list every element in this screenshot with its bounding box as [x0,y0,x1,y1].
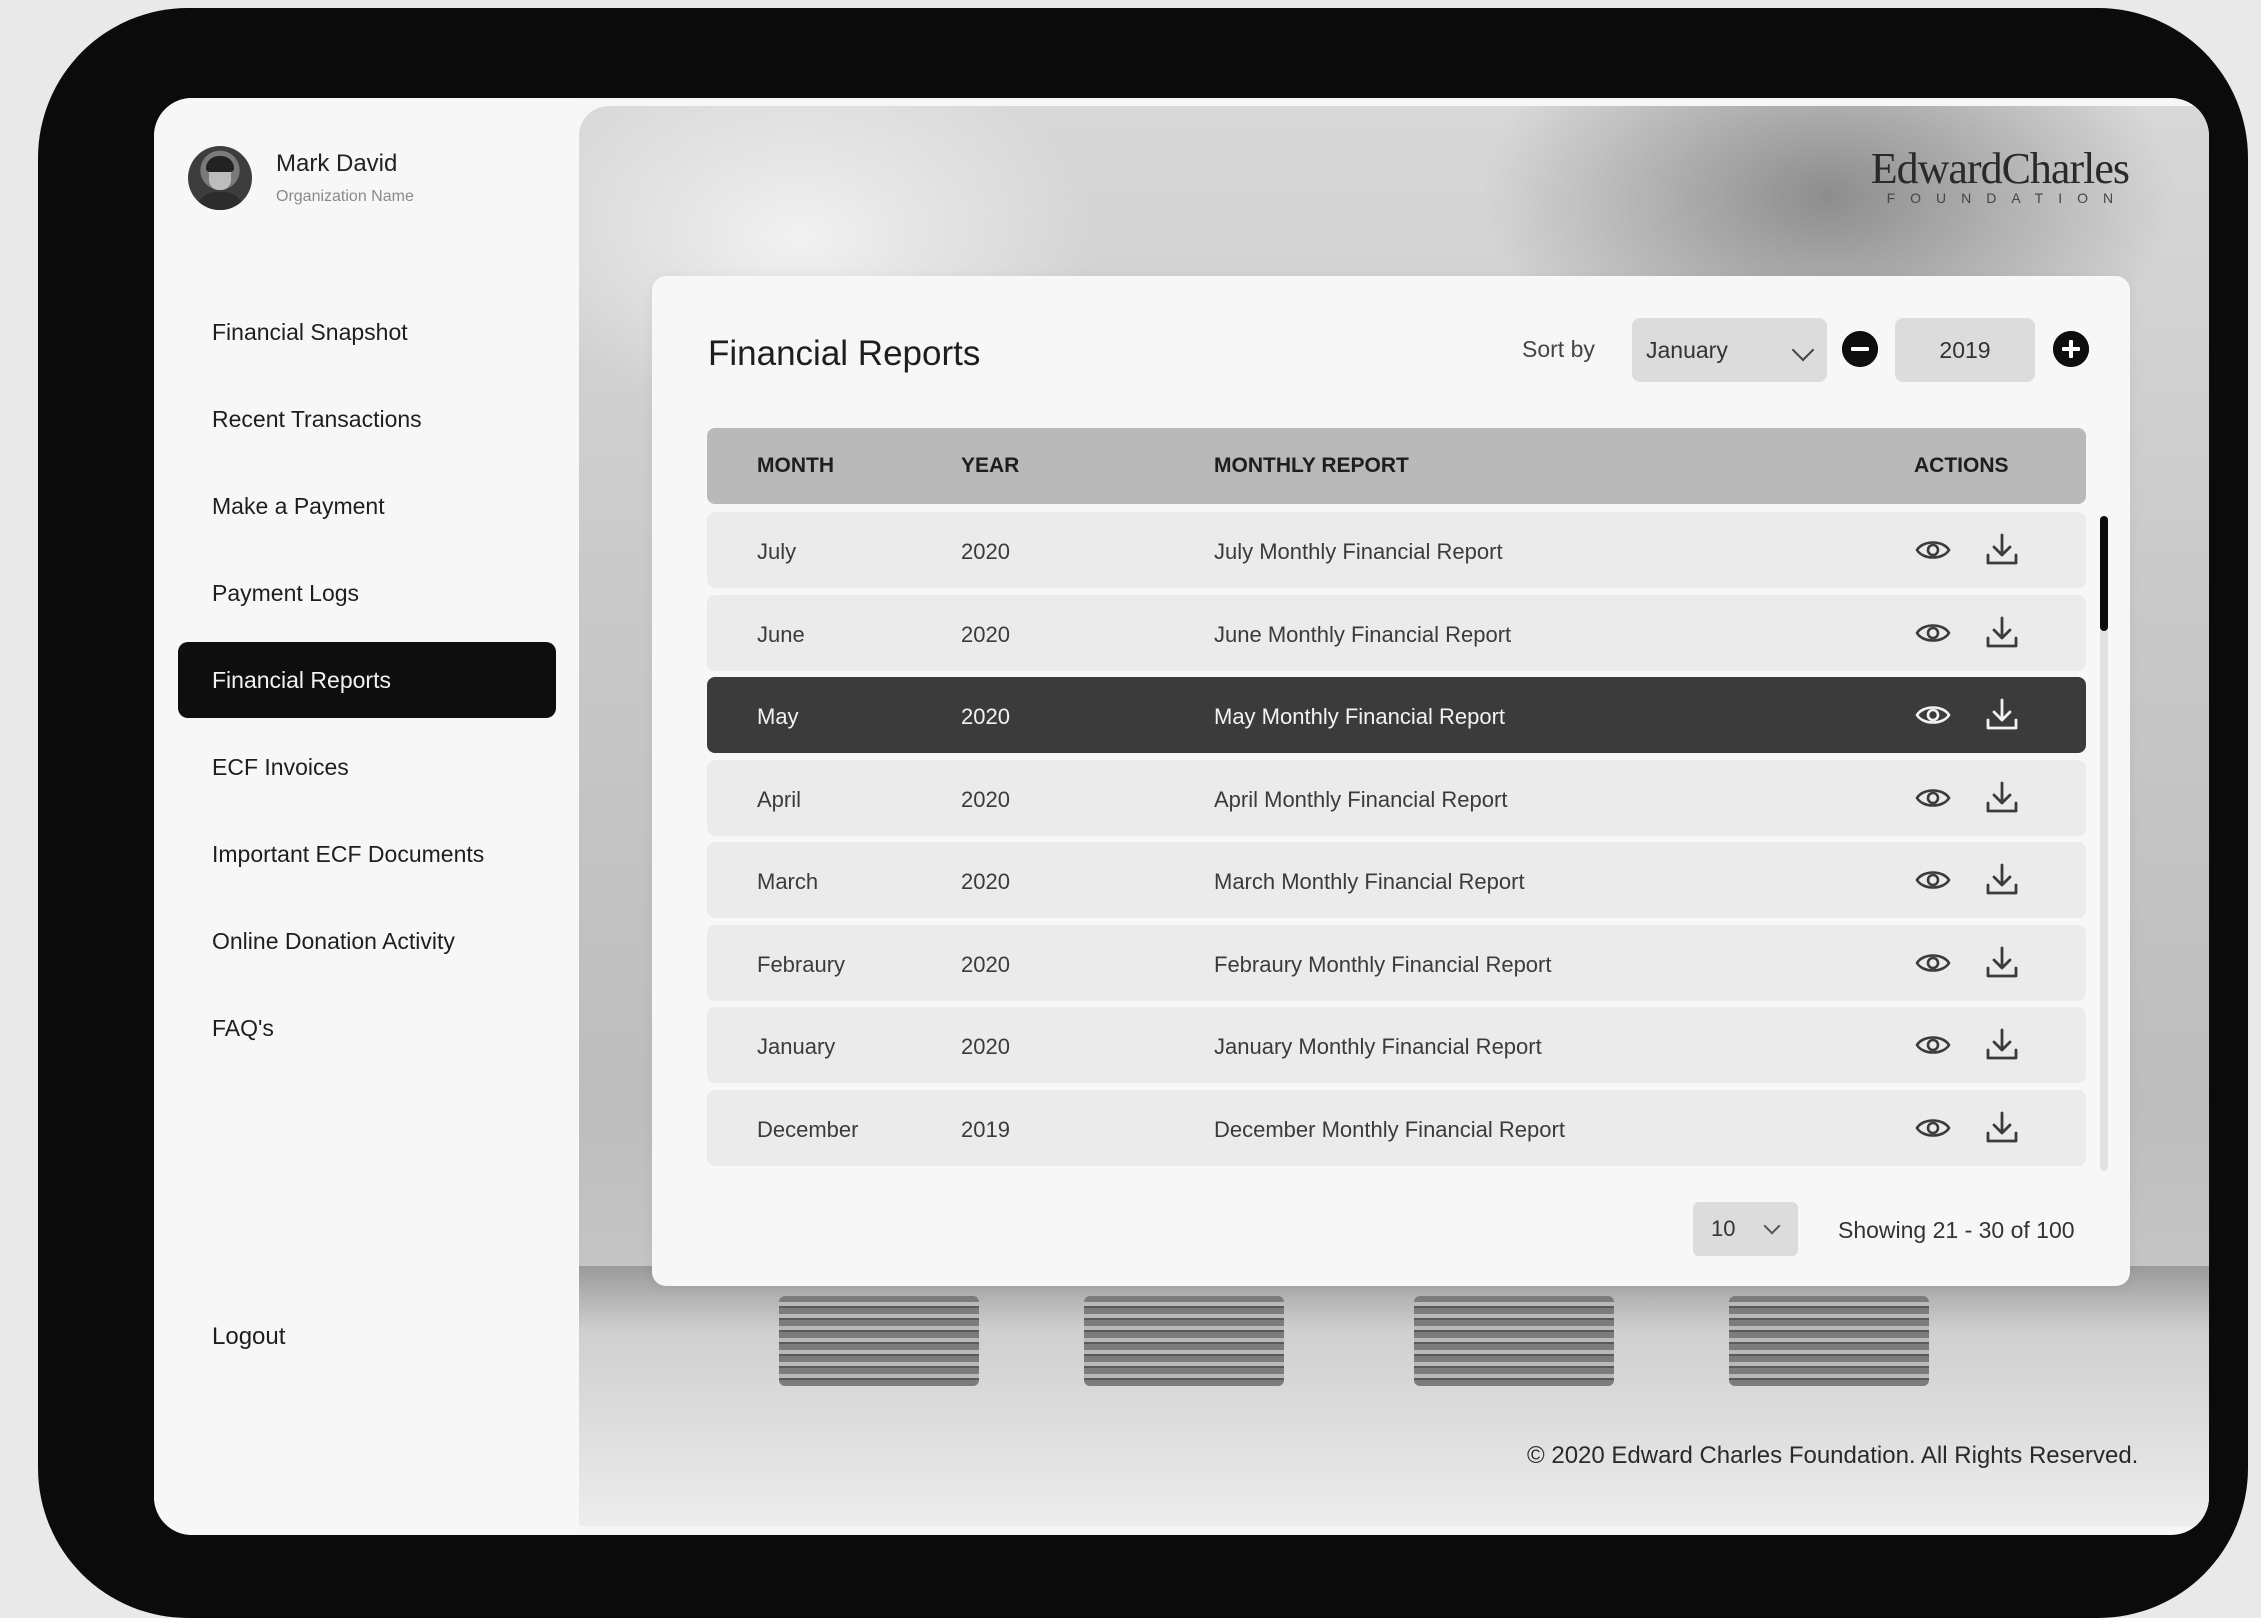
cell-month: May [757,704,799,729]
year-increment-button[interactable] [2053,331,2089,367]
table-body: July 2020 July Monthly Financial Report … [707,512,2086,1172]
cell-year: 2019 [961,1116,1010,1142]
table-row[interactable]: June 2020 June Monthly Financial Report [707,594,2086,671]
eye-icon[interactable] [1915,619,1951,647]
coin-stack [1084,1296,1284,1386]
year-input[interactable]: 2019 [1895,318,2035,382]
table-row-selected[interactable]: May 2020 May Monthly Financial Report [707,677,2086,753]
main-content: EdwardCharles FOUNDATION Financial Repor… [579,106,2209,1526]
sidebar: Mark David Organization Name Financial S… [154,98,579,1535]
sidebar-item-financial-snapshot[interactable]: Financial Snapshot [178,294,556,370]
download-icon[interactable] [1985,1027,2019,1061]
tablet-frame: Mark David Organization Name Financial S… [38,8,2248,1618]
user-name: Mark David [276,150,398,177]
month-select[interactable]: January [1632,318,1827,382]
eye-icon[interactable] [1915,701,1951,729]
table-row[interactable]: April 2020 April Monthly Financial Repor… [707,759,2086,836]
cell-year: 2020 [961,704,1010,729]
eye-icon[interactable] [1915,536,1951,564]
cell-month: July [757,539,797,564]
download-icon[interactable] [1985,780,2019,814]
cell-year: 2020 [961,539,1010,564]
cell-month: April [757,786,802,812]
coin-stack [779,1296,979,1386]
coin-stack [1729,1296,1929,1386]
download-icon[interactable] [1985,862,2019,896]
logout-link[interactable]: Logout [212,1323,285,1351]
brand-subtitle: FOUNDATION [1886,190,2129,206]
sort-label: Sort by [1522,336,1595,362]
sidebar-item-payment-logs[interactable]: Payment Logs [178,555,556,631]
header-year[interactable]: YEAR [961,454,1019,478]
cell-report: July Monthly Financial Report [1214,539,1503,564]
sidebar-item-important-ecf-documents[interactable]: Important ECF Documents [178,816,556,892]
table-row[interactable]: March 2020 March Monthly Financial Repor… [707,842,2086,918]
download-icon[interactable] [1985,1110,2019,1144]
sidebar-nav: Financial Snapshot Recent Transactions M… [178,294,556,1077]
header-month[interactable]: MONTH [757,454,834,478]
table-row[interactable]: July 2020 July Monthly Financial Report [707,512,2086,588]
cell-report: June Monthly Financial Report [1214,621,1512,647]
chevron-down-icon [1791,338,1815,362]
table-row[interactable]: Febraury 2020 Febraury Monthly Financial… [707,924,2086,1001]
cell-report: April Monthly Financial Report [1214,786,1508,812]
cell-month: March [757,869,819,894]
cell-report: Febraury Monthly Financial Report [1214,951,1552,977]
cell-report: January Monthly Financial Report [1214,1034,1542,1059]
cell-year: 2020 [961,869,1010,894]
pagination-status: Showing 21 - 30 of 100 [1838,1217,2075,1243]
sidebar-item-ecf-invoices[interactable]: ECF Invoices [178,729,556,805]
coin-stack [1414,1296,1614,1386]
cell-report: May Monthly Financial Report [1214,704,1506,729]
reports-card: Financial Reports Sort by January 2019 M… [652,276,2130,1286]
sidebar-item-online-donation-activity[interactable]: Online Donation Activity [178,903,556,979]
eye-icon[interactable] [1915,1114,1951,1142]
cell-month: Febraury [757,951,846,977]
table-row[interactable]: December 2019 December Monthly Financial… [707,1089,2086,1166]
eye-icon[interactable] [1915,1031,1951,1059]
page-size-value: 10 [1711,1216,1736,1241]
avatar [188,146,252,210]
page-size-select[interactable]: 10 [1693,1202,1798,1256]
month-select-value: January [1646,337,1728,363]
cell-month: December [757,1116,859,1142]
brand-logo: EdwardCharles FOUNDATION [1870,144,2130,207]
eye-icon[interactable] [1915,949,1951,977]
cell-month: January [757,1034,836,1059]
cell-year: 2020 [961,1034,1010,1059]
cell-report: March Monthly Financial Report [1214,869,1525,894]
download-icon[interactable] [1985,615,2019,649]
header-monthly-report[interactable]: MONTHLY REPORT [1214,454,1409,478]
chevron-down-icon [1763,1217,1781,1235]
page-title: Financial Reports [708,334,981,373]
sidebar-item-faqs[interactable]: FAQ's [178,990,556,1066]
header-actions: ACTIONS [1914,454,2009,477]
plus-circle-icon [2053,331,2089,367]
year-decrement-button[interactable] [1842,331,1878,367]
organization-name: Organization Name [276,188,414,205]
download-icon[interactable] [1985,945,2019,979]
download-icon[interactable] [1985,697,2019,731]
cell-year: 2020 [961,786,1010,812]
cell-report: December Monthly Financial Report [1214,1116,1565,1142]
cell-year: 2020 [961,951,1010,977]
brand-name: EdwardCharles [1870,144,2130,193]
user-profile[interactable]: Mark David Organization Name [188,146,414,210]
eye-icon[interactable] [1915,784,1951,812]
minus-circle-icon [1842,331,1878,367]
cell-year: 2020 [961,621,1010,647]
eye-icon[interactable] [1915,866,1951,894]
app-screen: Mark David Organization Name Financial S… [154,98,2209,1535]
cell-month: June [757,621,805,647]
copyright-text: © 2020 Edward Charles Foundation. All Ri… [1527,1442,2139,1469]
sidebar-item-make-a-payment[interactable]: Make a Payment [178,468,556,544]
sidebar-item-recent-transactions[interactable]: Recent Transactions [178,381,556,457]
download-icon[interactable] [1985,532,2019,566]
scrollbar-thumb[interactable] [2100,516,2108,631]
sidebar-item-financial-reports[interactable]: Financial Reports [178,642,556,718]
table-row[interactable]: January 2020 January Monthly Financial R… [707,1007,2086,1083]
table-header: MONTH YEAR MONTHLY REPORT ACTIONS [707,428,2086,504]
